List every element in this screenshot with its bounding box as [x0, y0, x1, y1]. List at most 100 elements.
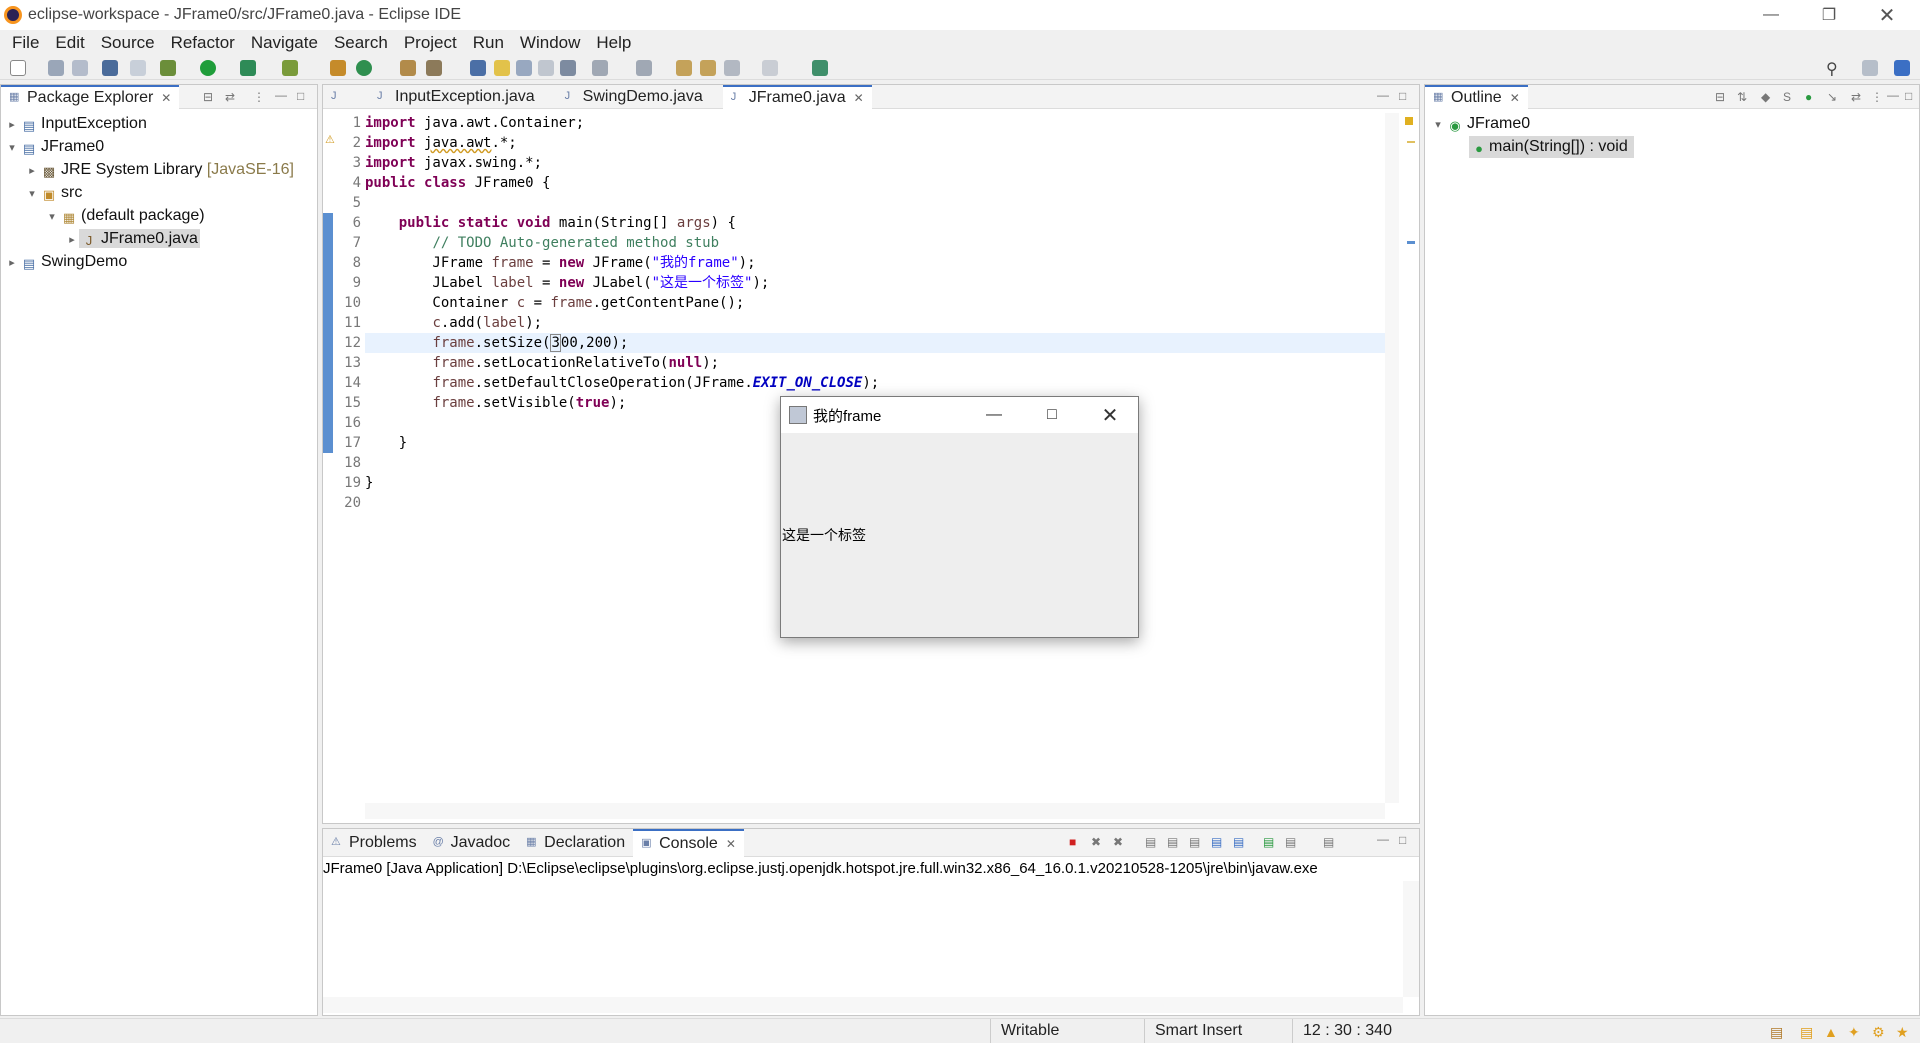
tree-item-src[interactable]: ▾ ▣ src [25, 182, 82, 204]
collapse-all-icon[interactable]: ⊟ [203, 90, 213, 104]
sort-icon[interactable]: ⇅ [1737, 90, 1747, 104]
view-menu-icon[interactable]: ⋮ [1871, 90, 1883, 104]
hide-nonpublic-icon[interactable]: ● [1805, 90, 1812, 104]
remove-all-launches-icon[interactable]: ✖ [1113, 835, 1123, 849]
run-icon[interactable] [200, 60, 216, 76]
pilcrow-icon[interactable] [560, 60, 576, 76]
terminate-icon[interactable]: ■ [1069, 835, 1076, 849]
forward-edit-icon[interactable] [700, 60, 716, 76]
pin-editor-icon[interactable] [812, 60, 828, 76]
minimize-button[interactable]: — [1742, 0, 1800, 30]
close-button[interactable]: ✕ [1858, 0, 1916, 30]
open-type-icon[interactable] [400, 60, 416, 76]
collapse-icon[interactable]: ▾ [1431, 114, 1445, 136]
pin-console-icon[interactable]: ▤ [1263, 835, 1274, 849]
expand-icon[interactable]: ▸ [5, 114, 19, 136]
previous-annotation-icon[interactable] [636, 60, 652, 76]
tree-item-default-package[interactable]: ▾ ▦ (default package) [45, 205, 204, 228]
editor-tab-inputexception[interactable]: J InputException.java [369, 85, 543, 109]
show-on-stdout-icon[interactable]: ▤ [1211, 835, 1222, 849]
maximize-view-icon[interactable]: □ [297, 89, 304, 103]
console-vertical-scrollbar[interactable] [1403, 881, 1419, 997]
maximize-view-icon[interactable]: □ [1399, 833, 1406, 847]
search-tool-icon[interactable] [426, 60, 442, 76]
collapse-icon[interactable]: ▾ [45, 206, 59, 228]
minimize-view-icon[interactable]: — [1887, 88, 1899, 102]
maximize-view-icon[interactable]: □ [1905, 89, 1912, 103]
vertical-scrollbar[interactable] [1385, 113, 1399, 803]
swing-title-bar[interactable]: 我的frame — □ ✕ [781, 397, 1138, 433]
menu-file[interactable]: File [12, 33, 39, 53]
remove-launch-icon[interactable]: ✖ [1091, 835, 1101, 849]
clear-console-icon[interactable]: ▤ [1145, 835, 1156, 849]
editor-tab-swingdemo[interactable]: J SwingDemo.java [557, 85, 711, 109]
toggle-breadcrumb-icon[interactable] [470, 60, 486, 76]
last-edit-icon[interactable] [676, 60, 692, 76]
menu-project[interactable]: Project [404, 33, 457, 53]
tab-javadoc[interactable]: @ Javadoc [425, 829, 519, 857]
hide-static-icon[interactable]: S [1783, 90, 1791, 104]
show-whitespace-icon[interactable] [538, 60, 554, 76]
open-console-icon[interactable]: ▤ [1323, 835, 1334, 849]
close-tab-icon[interactable]: ✕ [726, 837, 736, 851]
forward-icon[interactable] [762, 60, 778, 76]
editor-tab-jframe0[interactable]: J JFrame0.java ✕ [722, 84, 872, 109]
minimize-view-icon[interactable]: — [1377, 88, 1389, 102]
swing-close-button[interactable]: ✕ [1081, 397, 1139, 433]
tree-item-jre-library[interactable]: ▸ ▩ JRE System Library [JavaSE-16] [25, 159, 294, 181]
tab-outline[interactable]: ▦ Outline ✕ [1425, 84, 1528, 109]
book-icon[interactable]: ▤ [1800, 1024, 1813, 1041]
swing-frame-window[interactable]: 我的frame — □ ✕ 这是一个标签 [780, 396, 1139, 638]
swing-maximize-button[interactable]: □ [1023, 397, 1081, 433]
back-icon[interactable] [724, 60, 740, 76]
debug-icon[interactable] [160, 60, 176, 76]
search-icon[interactable]: ⚲ [1826, 59, 1838, 79]
new-class-icon[interactable] [356, 60, 372, 76]
mark-occurrences-icon[interactable] [494, 60, 510, 76]
console-output[interactable] [323, 881, 1403, 997]
outline-item-method[interactable]: ● main(String[]) : void [1469, 136, 1634, 158]
java-perspective-icon[interactable] [1894, 60, 1910, 76]
hide-fields-icon[interactable]: ◆ [1761, 90, 1770, 104]
swing-minimize-button[interactable]: — [965, 397, 1023, 433]
tab-declaration[interactable]: ▦ Declaration [518, 829, 633, 857]
hide-local-types-icon[interactable]: ↘ [1827, 90, 1837, 104]
menu-refactor[interactable]: Refactor [171, 33, 235, 53]
menu-help[interactable]: Help [596, 33, 631, 53]
external-tools-icon[interactable] [282, 60, 298, 76]
settings-icon[interactable]: ⚙ [1872, 1024, 1885, 1041]
block-selection-icon[interactable] [516, 60, 532, 76]
lightbulb-icon[interactable]: ★ [1896, 1024, 1909, 1041]
coverage-icon[interactable] [240, 60, 256, 76]
close-tab-icon[interactable]: ✕ [1510, 91, 1520, 105]
expand-icon[interactable]: ▸ [65, 229, 79, 251]
restore-button[interactable]: ❐ [1800, 0, 1858, 30]
tip-icon[interactable]: ▤ [1770, 1024, 1783, 1041]
tree-item-inputexception[interactable]: ▸ ▤ InputException [5, 113, 147, 135]
save-all-icon[interactable] [72, 60, 88, 76]
tutorial-icon[interactable]: ▲ [1824, 1024, 1838, 1040]
expand-icon[interactable]: ▸ [5, 252, 19, 274]
tree-item-jframe0-java[interactable]: ▸ J JFrame0.java [65, 228, 200, 250]
collapse-all-icon[interactable]: ⊟ [1715, 90, 1725, 104]
menu-navigate[interactable]: Navigate [251, 33, 318, 53]
wand-icon[interactable]: ✦ [1848, 1024, 1860, 1041]
close-tab-icon[interactable]: ✕ [854, 91, 864, 105]
tab-console[interactable]: ▣ Console ✕ [633, 828, 744, 857]
expand-icon[interactable]: ▸ [25, 160, 39, 182]
editor-tab-overflow[interactable]: J [323, 85, 357, 109]
save-icon[interactable] [48, 60, 64, 76]
tree-item-jframe0[interactable]: ▾ ▤ JFrame0 [5, 136, 104, 158]
scroll-lock-icon[interactable]: ▤ [1167, 835, 1178, 849]
tree-item-swingdemo[interactable]: ▸ ▤ SwingDemo [5, 251, 127, 273]
maximize-view-icon[interactable]: □ [1399, 89, 1406, 103]
tab-problems[interactable]: ⚠ Problems [323, 829, 425, 857]
menu-edit[interactable]: Edit [55, 33, 84, 53]
collapse-icon[interactable]: ▾ [25, 183, 39, 205]
display-console-icon[interactable]: ▤ [1285, 835, 1296, 849]
close-tab-icon[interactable]: ✕ [161, 91, 171, 105]
new-java-project-icon[interactable] [330, 60, 346, 76]
link-editor-icon[interactable]: ⇄ [1851, 90, 1861, 104]
overview-warning-marker[interactable] [1405, 117, 1413, 125]
collapse-icon[interactable]: ▾ [5, 137, 19, 159]
